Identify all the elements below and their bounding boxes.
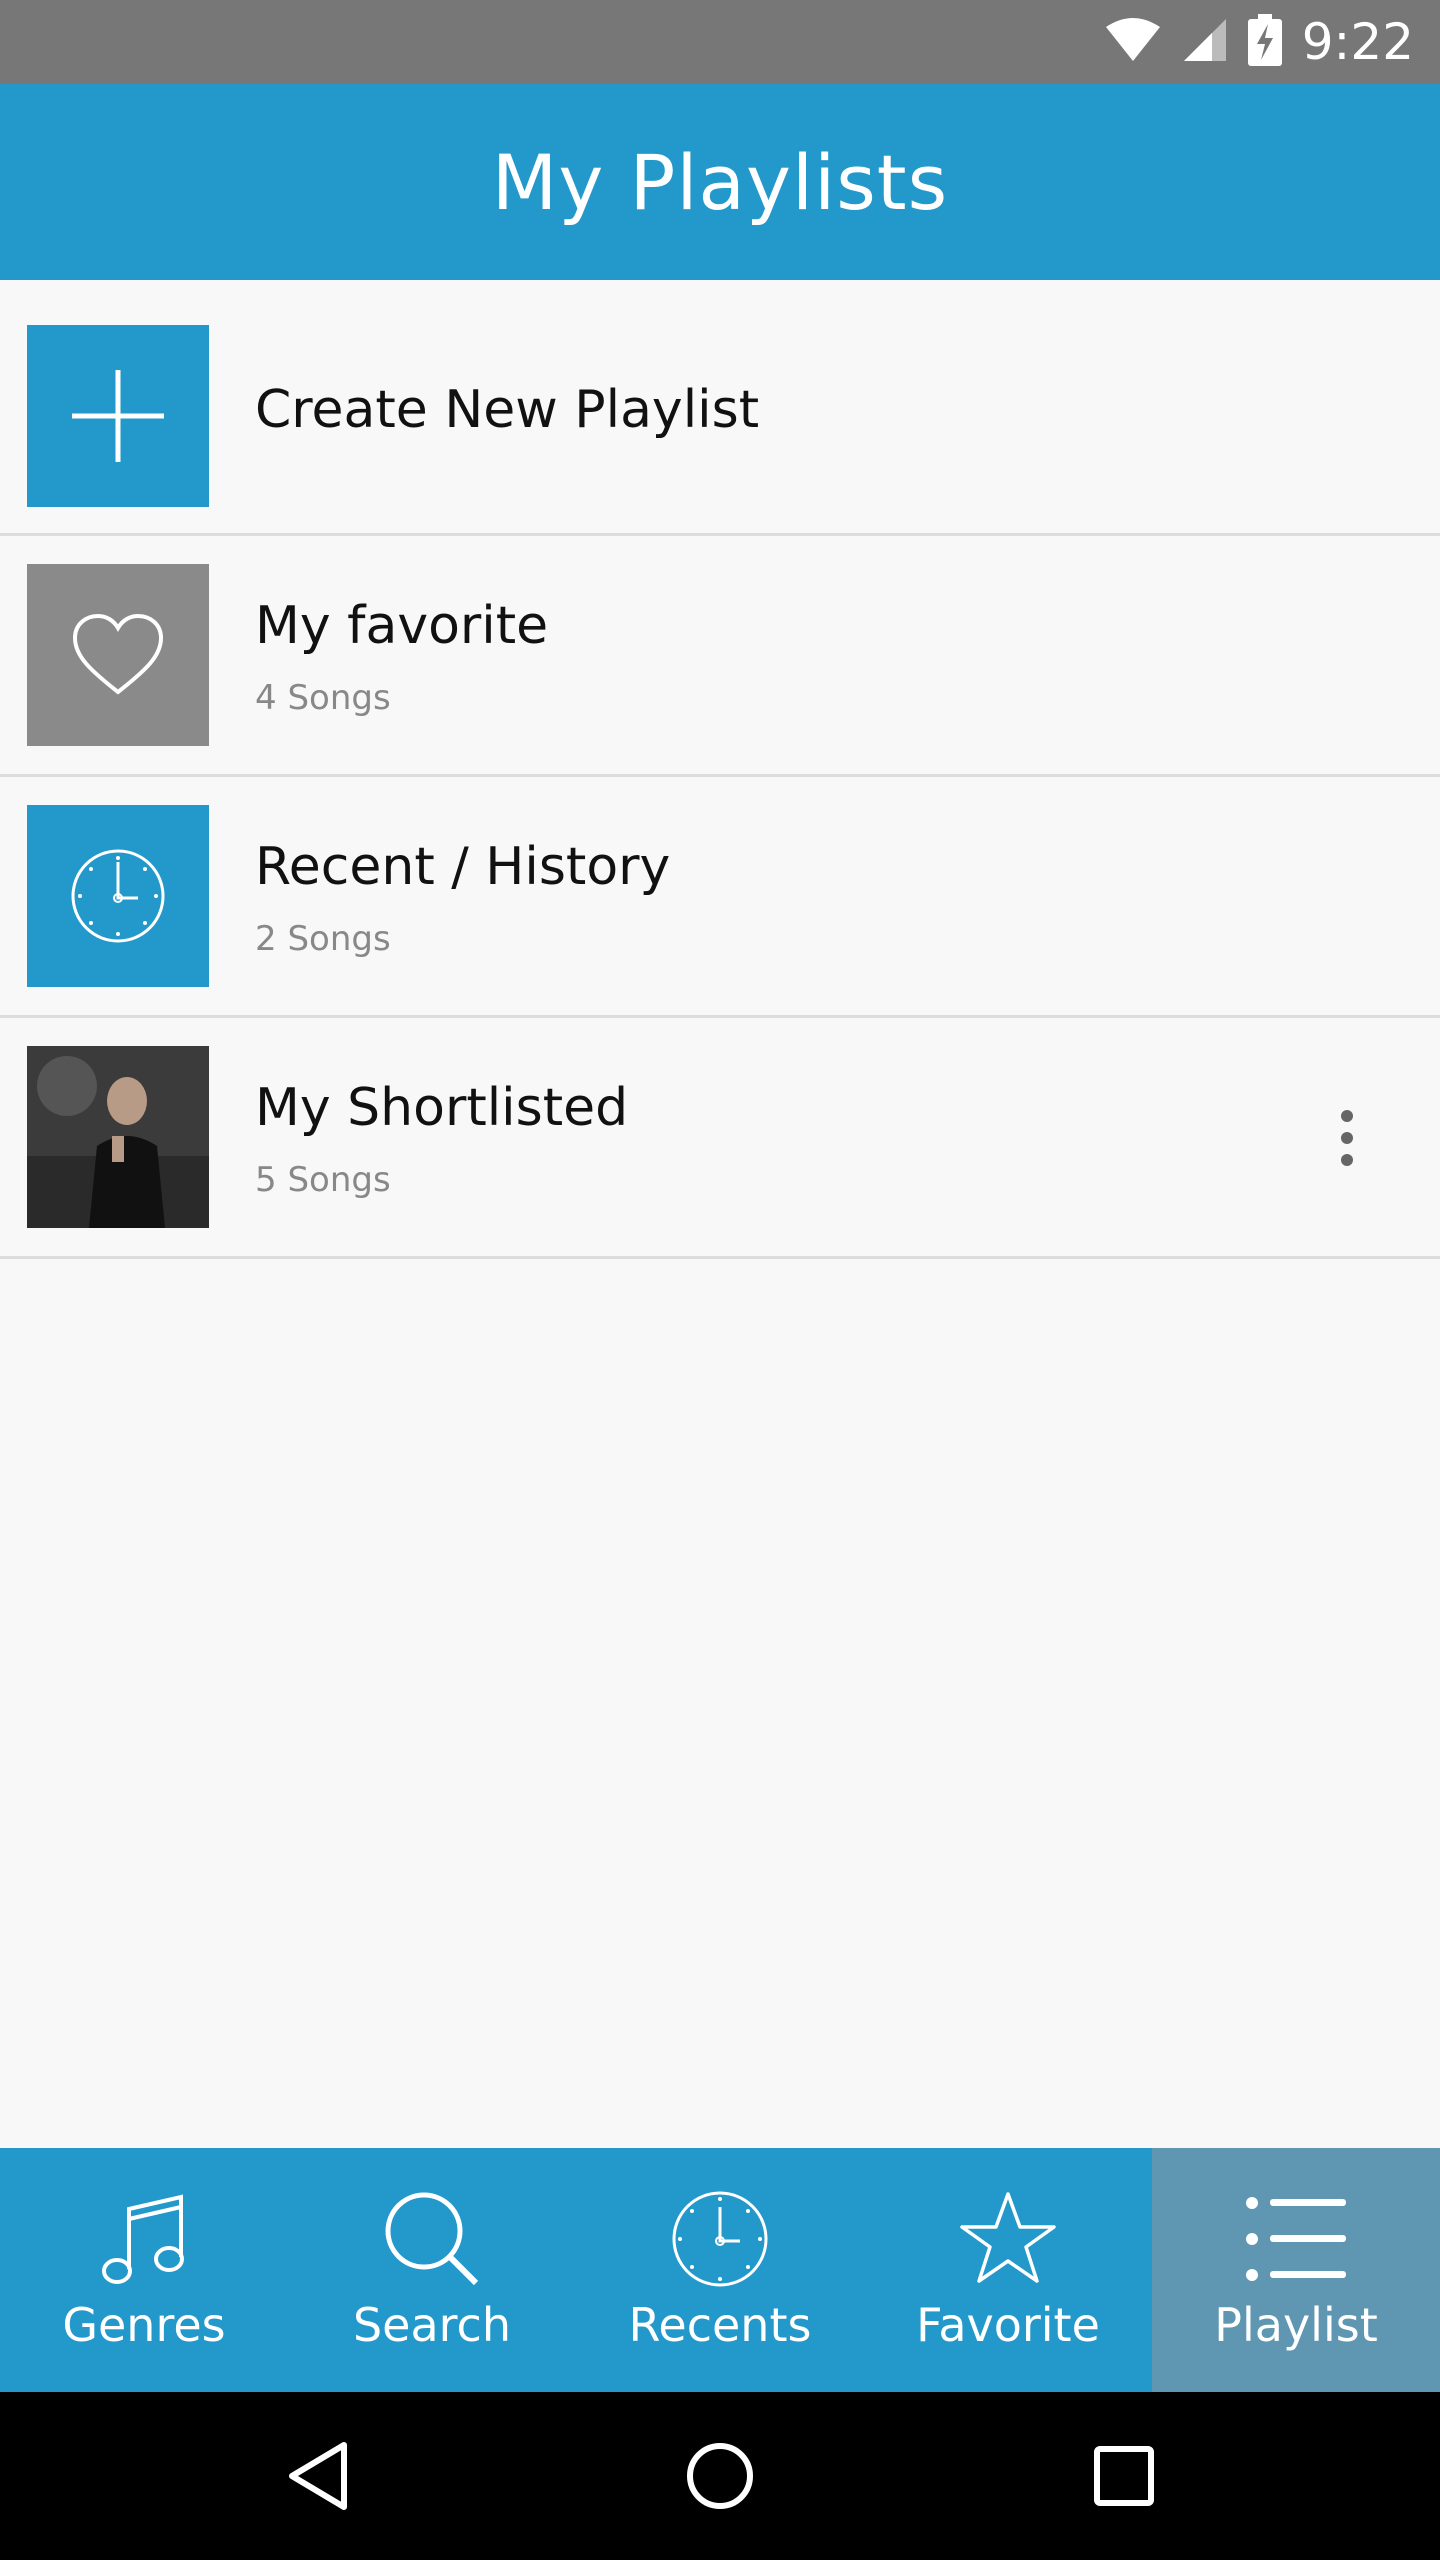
tab-label: Genres	[62, 2298, 226, 2352]
playlist-song-count: 4 Songs	[255, 678, 391, 718]
playlist-list: Create New Playlist My favorite 4 Songs …	[0, 280, 1440, 1259]
wifi-icon	[1104, 17, 1162, 67]
tab-label: Recents	[628, 2298, 812, 2352]
clock-icon	[27, 805, 209, 987]
home-icon[interactable]	[684, 2392, 756, 2560]
heart-icon	[27, 564, 209, 746]
tab-recents[interactable]: Recents	[576, 2148, 864, 2392]
tab-search[interactable]: Search	[288, 2148, 576, 2392]
playlist-song-count: 5 Songs	[255, 1160, 391, 1200]
battery-charging-icon	[1247, 14, 1282, 70]
search-icon	[382, 2184, 482, 2294]
star-icon	[958, 2184, 1058, 2294]
signal-icon	[1182, 17, 1228, 67]
page-title: My Playlists	[491, 137, 949, 227]
clock-icon	[670, 2184, 770, 2294]
back-icon[interactable]	[280, 2392, 356, 2560]
playlist-thumbnail	[27, 1046, 209, 1228]
app-bar: My Playlists	[0, 84, 1440, 280]
playlist-title: Create New Playlist	[255, 380, 760, 440]
tab-label: Search	[352, 2298, 512, 2352]
system-navigation-bar	[0, 2392, 1440, 2560]
tab-favorite[interactable]: Favorite	[864, 2148, 1152, 2392]
status-time: 9:22	[1301, 13, 1414, 71]
tab-playlist[interactable]: Playlist	[1152, 2148, 1440, 2392]
music-note-icon	[99, 2184, 189, 2294]
plus-icon	[27, 325, 209, 507]
list-icon	[1244, 2184, 1348, 2294]
playlist-title: My Shortlisted	[255, 1078, 629, 1138]
playlist-item-recent-history[interactable]: Recent / History 2 Songs	[0, 777, 1440, 1018]
playlist-item-my-shortlisted[interactable]: My Shortlisted 5 Songs	[0, 1018, 1440, 1259]
playlist-item-my-favorite[interactable]: My favorite 4 Songs	[0, 536, 1440, 777]
playlist-title: Recent / History	[255, 837, 671, 897]
playlist-song-count: 2 Songs	[255, 919, 391, 959]
tab-label: Favorite	[916, 2298, 1100, 2352]
tab-label: Playlist	[1214, 2298, 1378, 2352]
tab-genres[interactable]: Genres	[0, 2148, 288, 2392]
bottom-navigation: Genres Search Recents Favorite Playlist	[0, 2148, 1440, 2392]
playlist-title: My favorite	[255, 596, 549, 656]
status-bar: 9:22	[0, 0, 1440, 84]
create-playlist-row[interactable]: Create New Playlist	[0, 280, 1440, 536]
recents-apps-icon[interactable]	[1092, 2392, 1156, 2560]
more-options-icon[interactable]	[1340, 1110, 1354, 1166]
